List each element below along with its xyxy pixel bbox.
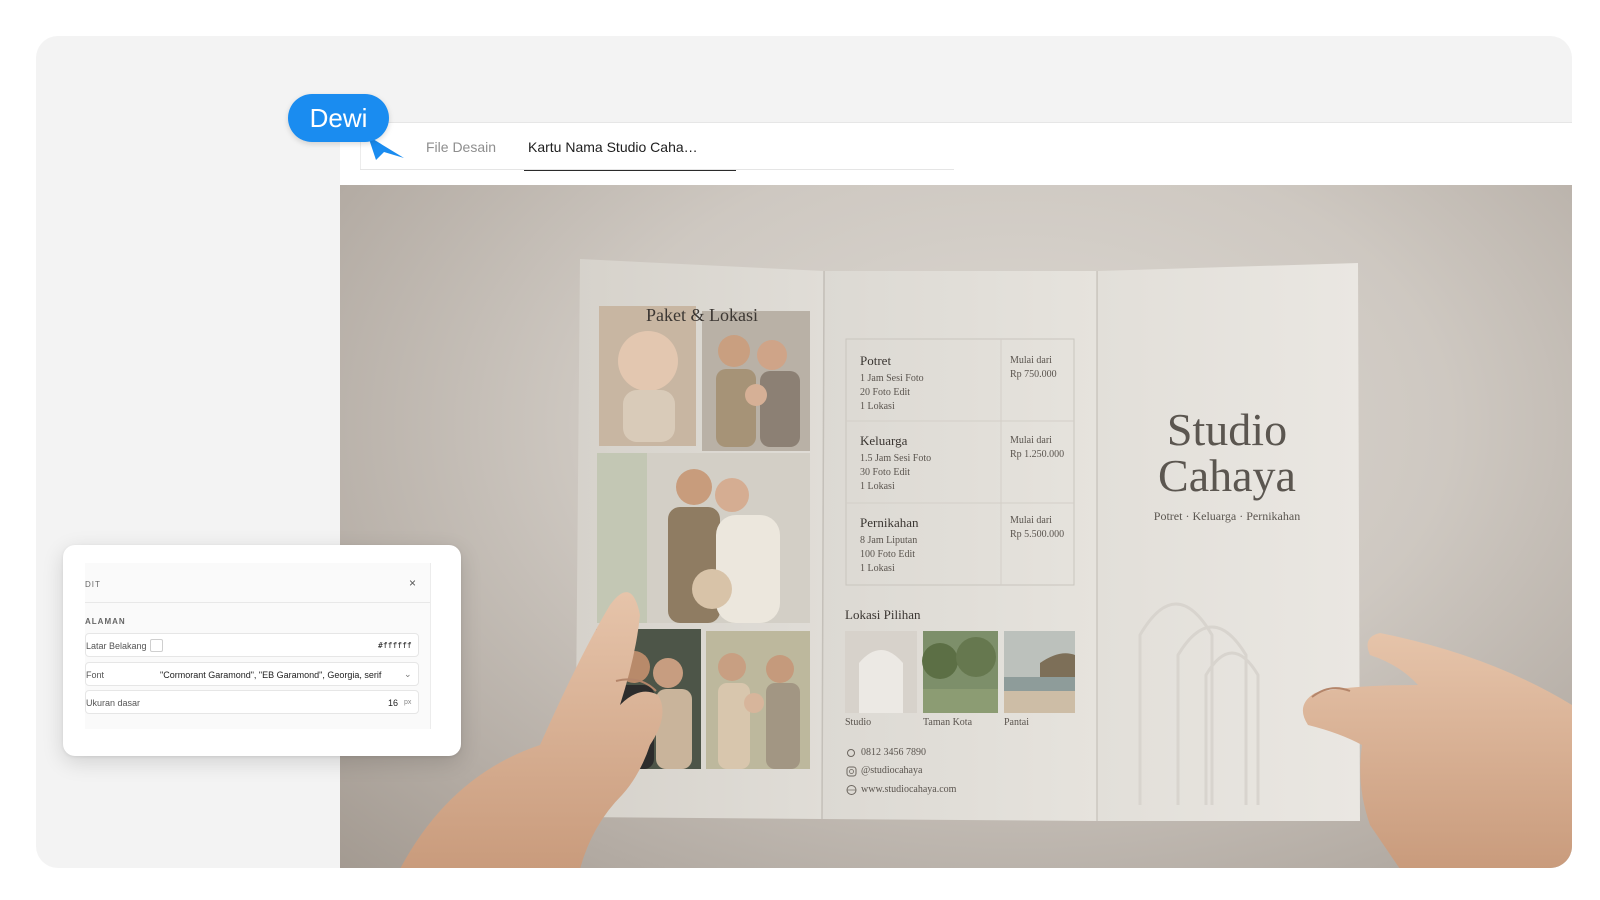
brand-tagline: Potret · Keluarga · Pernikahan <box>1153 509 1301 523</box>
locations-title: Lokasi Pilihan <box>845 607 921 622</box>
properties-panel-body: DIT × ALAMAN Latar Belakang #ffffff Font… <box>85 563 431 729</box>
package-line: 20 Foto Edit <box>860 387 911 398</box>
panel-section-label: ALAMAN <box>85 617 126 626</box>
tab-kartu-nama[interactable]: Kartu Nama Studio Caha… <box>524 139 736 171</box>
package-line: 1 Lokasi <box>860 563 895 574</box>
base-size-field[interactable]: Ukuran dasar 16 px <box>85 690 419 714</box>
package-name-pernikahan: Pernikahan <box>860 515 919 530</box>
brochure-photo <box>400 259 1572 868</box>
location-caption: Studio <box>845 717 872 728</box>
color-swatch[interactable] <box>150 639 163 652</box>
brand-name-line2: Cahaya <box>1158 450 1296 501</box>
package-price: Rp 1.250.000 <box>1010 449 1065 460</box>
package-line: 1 Lokasi <box>860 401 895 412</box>
font-value: "Cormorant Garamond", "EB Garamond", Geo… <box>160 670 382 680</box>
package-price: Rp 750.000 <box>1010 369 1057 380</box>
background-color-value: #ffffff <box>378 641 412 650</box>
package-price-label: Mulai dari <box>1010 435 1052 446</box>
package-line: 30 Foto Edit <box>860 467 911 478</box>
package-name-keluarga: Keluarga <box>860 433 908 448</box>
background-color-field[interactable]: Latar Belakang #ffffff <box>85 633 419 657</box>
tab-bar: File Desain Kartu Nama Studio Caha… <box>340 123 1572 187</box>
base-size-unit: px <box>404 699 412 706</box>
package-name-potret: Potret <box>860 353 892 368</box>
panel-header-label: DIT <box>85 580 101 589</box>
field-label: Latar Belakang <box>86 641 147 651</box>
field-label: Font <box>86 670 105 680</box>
brochure-panel-right <box>1097 263 1360 821</box>
brand-name-line1: Studio <box>1166 404 1288 455</box>
base-size-value: 16 <box>388 698 399 708</box>
tab-kartu-nama-label: Kartu Nama Studio Caha… <box>528 139 698 155</box>
tab-file-desain[interactable]: File Desain <box>426 139 496 169</box>
tab-rule <box>360 169 954 170</box>
editor-window: File Desain Kartu Nama Studio Caha… Pake… <box>340 122 1572 868</box>
design-canvas[interactable]: Paket & Lokasi Potret 1 Jam Sesi Foto 20… <box>340 185 1572 868</box>
package-price: Rp 5.500.000 <box>1010 529 1065 540</box>
contact-instagram: @studiocahaya <box>861 765 923 776</box>
chevron-down-icon: ⌄ <box>404 669 412 679</box>
contact-phone: 0812 3456 7890 <box>861 747 926 758</box>
app-frame: File Desain Kartu Nama Studio Caha… Pake… <box>36 36 1572 868</box>
close-icon[interactable]: × <box>409 576 416 590</box>
collaborator-badge: Dewi <box>288 94 389 142</box>
panel-header: DIT × <box>85 563 430 603</box>
package-line: 1 Lokasi <box>860 481 895 492</box>
package-price-label: Mulai dari <box>1010 355 1052 366</box>
brochure-section-title: Paket & Lokasi <box>646 305 758 325</box>
location-caption: Pantai <box>1004 717 1029 728</box>
contact-website: www.studiocahaya.com <box>861 784 957 795</box>
location-caption: Taman Kota <box>923 717 973 728</box>
package-line: 8 Jam Liputan <box>860 535 918 546</box>
package-line: 1.5 Jam Sesi Foto <box>860 453 932 464</box>
properties-panel: DIT × ALAMAN Latar Belakang #ffffff Font… <box>63 545 461 756</box>
package-line: 1 Jam Sesi Foto <box>860 373 924 384</box>
font-select[interactable]: Font "Cormorant Garamond", "EB Garamond"… <box>85 662 419 686</box>
field-label: Ukuran dasar <box>86 698 141 708</box>
package-price-label: Mulai dari <box>1010 515 1052 526</box>
package-line: 100 Foto Edit <box>860 549 916 560</box>
